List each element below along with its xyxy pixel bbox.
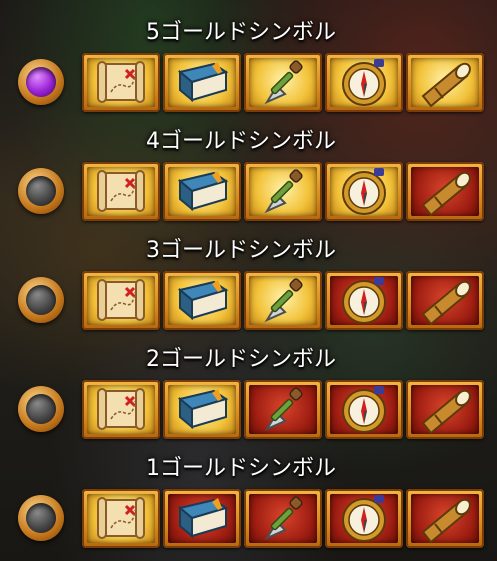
treasure-map-icon — [97, 388, 145, 430]
red-symbol-tile — [406, 489, 484, 548]
tier-title: 3ゴールドシンボル — [146, 238, 336, 263]
red-symbol-tile — [325, 271, 403, 330]
tier-title: 1ゴールドシンボル — [146, 456, 336, 481]
spyglass-icon — [421, 389, 471, 435]
paytable-tier: 4ゴールドシンボル — [0, 123, 497, 228]
symbol-row — [82, 162, 487, 223]
inactive-gem-indicator — [18, 495, 64, 541]
symbol-row — [82, 489, 487, 550]
gem-core — [26, 176, 56, 206]
shovel-icon — [264, 387, 303, 432]
treasure-map-icon — [97, 279, 145, 321]
red-symbol-tile — [244, 380, 322, 439]
spyglass-icon — [421, 62, 471, 108]
compass-icon — [342, 386, 386, 433]
inactive-gem-indicator — [18, 386, 64, 432]
red-symbol-tile — [325, 489, 403, 548]
book-icon — [177, 280, 229, 321]
compass-icon — [342, 495, 386, 542]
red-symbol-tile — [406, 380, 484, 439]
gold-symbol-tile — [82, 271, 160, 330]
gold-symbol-tile — [82, 53, 160, 112]
symbol-row — [82, 380, 487, 441]
tier-title: 2ゴールドシンボル — [146, 347, 336, 372]
compass-icon — [342, 168, 386, 215]
paytable-tier: 1ゴールドシンボル — [0, 450, 497, 555]
gold-symbol-tile — [163, 380, 241, 439]
book-icon — [177, 389, 229, 430]
red-symbol-tile — [406, 271, 484, 330]
inactive-gem-indicator — [18, 168, 64, 214]
shovel-icon — [264, 278, 303, 323]
treasure-map-icon — [97, 61, 145, 103]
shovel-icon — [264, 60, 303, 105]
gold-symbol-tile — [163, 271, 241, 330]
treasure-map-icon — [97, 497, 145, 539]
shovel-icon — [264, 496, 303, 541]
gold-symbol-tile — [82, 380, 160, 439]
spyglass-icon — [421, 498, 471, 544]
paytable-tier: 2ゴールドシンボル — [0, 341, 497, 446]
symbol-row — [82, 271, 487, 332]
paytable-tier: 5ゴールドシンボル — [0, 14, 497, 119]
paytable-tier: 3ゴールドシンボル — [0, 232, 497, 337]
compass-icon — [342, 277, 386, 324]
spyglass-icon — [421, 171, 471, 217]
gold-symbol-tile — [325, 162, 403, 221]
gold-symbol-tile — [82, 162, 160, 221]
gem-core — [26, 503, 56, 533]
red-symbol-tile — [325, 380, 403, 439]
gold-symbol-tile — [244, 271, 322, 330]
gold-symbol-tile — [244, 162, 322, 221]
gold-symbol-tile — [244, 53, 322, 112]
gem-core — [26, 67, 56, 97]
book-icon — [177, 171, 229, 212]
red-symbol-tile — [406, 162, 484, 221]
symbol-row — [82, 53, 487, 114]
red-symbol-tile — [163, 489, 241, 548]
gold-symbol-tile — [82, 489, 160, 548]
book-icon — [177, 62, 229, 103]
compass-icon — [342, 59, 386, 106]
gem-core — [26, 285, 56, 315]
gold-symbol-tile — [163, 162, 241, 221]
inactive-gem-indicator — [18, 277, 64, 323]
gem-core — [26, 394, 56, 424]
gold-symbol-tile — [325, 53, 403, 112]
active-gem-indicator — [18, 59, 64, 105]
tier-title: 5ゴールドシンボル — [146, 20, 336, 45]
book-icon — [177, 498, 229, 539]
shovel-icon — [264, 169, 303, 214]
gold-symbol-tile — [406, 53, 484, 112]
treasure-map-icon — [97, 170, 145, 212]
spyglass-icon — [421, 280, 471, 326]
gold-symbol-tile — [163, 53, 241, 112]
red-symbol-tile — [244, 489, 322, 548]
tier-title: 4ゴールドシンボル — [146, 129, 336, 154]
